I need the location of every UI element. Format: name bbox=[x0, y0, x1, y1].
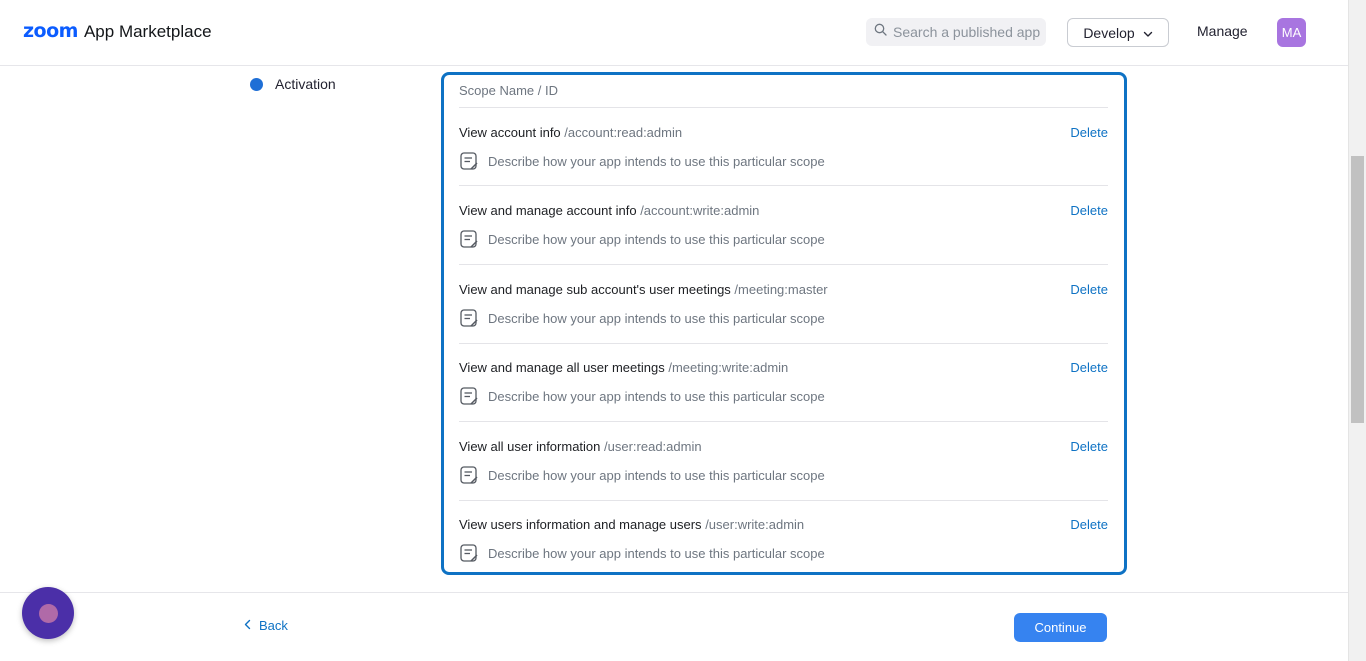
avatar[interactable]: MA bbox=[1277, 18, 1306, 47]
scope-row: View account info /account:read:admin De… bbox=[459, 125, 1108, 203]
scope-description-field[interactable]: Describe how your app intends to use thi… bbox=[459, 308, 825, 329]
scope-name: View users information and manage users bbox=[459, 517, 702, 532]
scope-description-field[interactable]: Describe how your app intends to use thi… bbox=[459, 465, 825, 486]
scope-id: /user:read:admin bbox=[604, 439, 702, 454]
scope-title: View and manage sub account's user meeti… bbox=[459, 282, 828, 297]
develop-label: Develop bbox=[1083, 24, 1135, 41]
divider bbox=[459, 107, 1108, 108]
scope-column-header: Scope Name / ID bbox=[459, 83, 558, 98]
step-dot-icon bbox=[250, 77, 263, 91]
delete-scope-button[interactable]: Delete bbox=[1070, 203, 1108, 218]
zoom-logo-text: zoom bbox=[23, 20, 78, 42]
divider bbox=[459, 343, 1108, 344]
scope-description-field[interactable]: Describe how your app intends to use thi… bbox=[459, 229, 825, 250]
scope-name: View and manage all user meetings bbox=[459, 360, 665, 375]
chat-icon bbox=[38, 603, 58, 623]
scope-row: View and manage sub account's user meeti… bbox=[459, 282, 1108, 360]
delete-scope-button[interactable]: Delete bbox=[1070, 282, 1108, 297]
scope-id: /account:read:admin bbox=[564, 125, 683, 140]
scope-description-field[interactable]: Describe how your app intends to use thi… bbox=[459, 386, 825, 407]
app-marketplace-title: App Marketplace bbox=[83, 22, 212, 41]
footer-bar bbox=[0, 592, 1348, 661]
scope-row: View all user information /user:read:adm… bbox=[459, 439, 1108, 517]
scope-row: View users information and manage users … bbox=[459, 517, 1108, 595]
search-input[interactable] bbox=[893, 24, 1043, 40]
scope-name: View and manage sub account's user meeti… bbox=[459, 282, 731, 297]
scope-title: View and manage all user meetings /meeti… bbox=[459, 360, 788, 375]
scope-description-placeholder: Describe how your app intends to use thi… bbox=[488, 468, 825, 483]
scope-title: View account info /account:read:admin bbox=[459, 125, 682, 140]
manage-link[interactable]: Manage bbox=[1197, 23, 1248, 39]
delete-scope-button[interactable]: Delete bbox=[1070, 439, 1108, 454]
divider bbox=[459, 500, 1108, 501]
sidebar-item-label: Activation bbox=[275, 76, 336, 92]
continue-button[interactable]: Continue bbox=[1014, 613, 1107, 642]
search-icon bbox=[874, 23, 887, 41]
scope-description-field[interactable]: Describe how your app intends to use thi… bbox=[459, 543, 825, 564]
edit-note-icon bbox=[459, 543, 480, 564]
delete-scope-button[interactable]: Delete bbox=[1070, 517, 1108, 532]
edit-note-icon bbox=[459, 386, 480, 407]
chevron-left-icon bbox=[244, 618, 251, 633]
scope-id: /account:write:admin bbox=[640, 203, 760, 218]
scrollbar-thumb[interactable] bbox=[1351, 156, 1364, 423]
scope-name: View all user information bbox=[459, 439, 601, 454]
edit-note-icon bbox=[459, 308, 480, 329]
edit-note-icon bbox=[459, 465, 480, 486]
scope-description-placeholder: Describe how your app intends to use thi… bbox=[488, 232, 825, 247]
scope-description-placeholder: Describe how your app intends to use thi… bbox=[488, 546, 825, 561]
back-label: Back bbox=[259, 618, 288, 633]
scope-name: View account info bbox=[459, 125, 561, 140]
scope-row: View and manage all user meetings /meeti… bbox=[459, 360, 1108, 438]
search-box[interactable] bbox=[866, 18, 1046, 46]
scope-title: View users information and manage users … bbox=[459, 517, 804, 532]
scope-description-placeholder: Describe how your app intends to use thi… bbox=[488, 311, 825, 326]
edit-note-icon bbox=[459, 151, 480, 172]
scope-description-placeholder: Describe how your app intends to use thi… bbox=[488, 154, 825, 169]
edit-note-icon bbox=[459, 229, 480, 250]
sidebar-item-activation[interactable]: Activation bbox=[250, 76, 336, 92]
back-button[interactable]: Back bbox=[244, 618, 288, 633]
scope-description-placeholder: Describe how your app intends to use thi… bbox=[488, 389, 825, 404]
scope-name: View and manage account info bbox=[459, 203, 637, 218]
scope-id: /meeting:write:admin bbox=[668, 360, 789, 375]
scope-title: View all user information /user:read:adm… bbox=[459, 439, 702, 454]
chat-assistant-button[interactable] bbox=[22, 587, 74, 639]
top-header: zoom App Marketplace Develop Manage MA bbox=[0, 0, 1348, 66]
divider bbox=[459, 264, 1108, 265]
scope-id: /meeting:master bbox=[734, 282, 828, 297]
scopes-panel: Scope Name / ID View account info /accou… bbox=[441, 72, 1127, 575]
divider bbox=[459, 421, 1108, 422]
chevron-down-icon bbox=[1143, 25, 1153, 41]
marketplace-logo[interactable]: zoom App Marketplace bbox=[23, 20, 212, 42]
delete-scope-button[interactable]: Delete bbox=[1070, 360, 1108, 375]
delete-scope-button[interactable]: Delete bbox=[1070, 125, 1108, 140]
scope-description-field[interactable]: Describe how your app intends to use thi… bbox=[459, 151, 825, 172]
divider bbox=[459, 185, 1108, 186]
scope-title: View and manage account info /account:wr… bbox=[459, 203, 759, 218]
develop-dropdown-button[interactable]: Develop bbox=[1067, 18, 1169, 47]
scope-row: View and manage account info /account:wr… bbox=[459, 203, 1108, 281]
scope-id: /user:write:admin bbox=[705, 517, 805, 532]
